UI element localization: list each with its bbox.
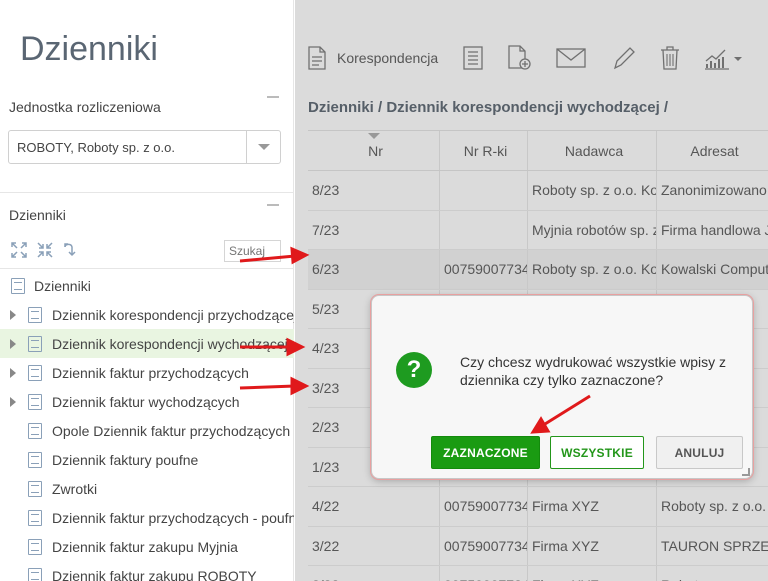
journal-document-icon bbox=[28, 364, 42, 381]
tree-item-label: Dziennik korespondencji przychodzącej bbox=[52, 306, 294, 323]
tree-item-label: Zwrotki bbox=[52, 480, 98, 497]
tree-search-input[interactable] bbox=[224, 240, 281, 262]
journals-section-label: Dzienniki bbox=[9, 207, 66, 223]
collapse-all-icon[interactable] bbox=[36, 241, 54, 259]
expand-arrow-icon[interactable] bbox=[10, 367, 16, 378]
journal-document-icon bbox=[28, 567, 42, 581]
tree-item-label: Dziennik faktur wychodzących bbox=[52, 393, 240, 410]
journal-document-icon bbox=[28, 422, 42, 439]
journal-document-icon bbox=[28, 538, 42, 555]
collapse-unit-section-button[interactable] bbox=[267, 96, 279, 98]
print-selected-button[interactable]: ZAZNACZONE bbox=[431, 436, 540, 469]
expand-all-icon[interactable] bbox=[10, 241, 28, 259]
print-confirm-dialog: ? Czy chcesz wydrukować wszystkie wpisy … bbox=[371, 295, 753, 479]
unit-section-label: Jednostka rozliczeniowa bbox=[9, 99, 161, 115]
chevron-down-icon bbox=[257, 144, 270, 150]
print-all-button[interactable]: WSZYSTKIE bbox=[550, 436, 644, 469]
tree-tools bbox=[10, 241, 80, 259]
dialog-resize-grip[interactable] bbox=[742, 468, 750, 476]
tree-item-label: Dziennik faktury poufne bbox=[52, 451, 199, 468]
expand-arrow-icon[interactable] bbox=[10, 396, 16, 407]
tree-item[interactable]: Dziennik faktur wychodzących bbox=[0, 387, 294, 416]
tree-item[interactable]: Dziennik faktur przychodzących bbox=[0, 358, 294, 387]
tree-item[interactable]: Dziennik faktur zakupu ROBOTY bbox=[0, 561, 294, 581]
expand-arrow-icon[interactable] bbox=[10, 309, 16, 320]
tree-item-label: Dzienniki bbox=[34, 277, 91, 294]
journal-document-icon bbox=[28, 451, 42, 468]
journal-document-icon bbox=[11, 277, 25, 294]
journal-document-icon bbox=[28, 306, 42, 323]
tree-item-label: Opole Dziennik faktur przychodzących bbox=[52, 422, 291, 439]
question-icon: ? bbox=[396, 352, 432, 388]
tree-item[interactable]: Dziennik faktury poufne bbox=[0, 445, 294, 474]
unit-select[interactable]: ROBOTY, Roboty sp. z o.o. bbox=[8, 130, 281, 164]
tree-item[interactable]: Dziennik korespondencji przychodzącej bbox=[0, 300, 294, 329]
tree-item[interactable]: Dziennik faktur zakupu Myjnia bbox=[0, 532, 294, 561]
cancel-button[interactable]: ANULUJ bbox=[656, 436, 743, 469]
section-divider bbox=[0, 192, 294, 193]
tree-divider bbox=[0, 268, 294, 269]
journal-document-icon bbox=[28, 335, 42, 352]
tree-item[interactable]: Dziennik faktur przychodzących - poufne bbox=[0, 503, 294, 532]
unit-select-toggle[interactable] bbox=[246, 131, 280, 163]
tree-item-label: Dziennik korespondencji wychodzącej bbox=[52, 335, 288, 352]
tree-item[interactable]: Opole Dziennik faktur przychodzących bbox=[0, 416, 294, 445]
modal-backdrop bbox=[295, 0, 768, 581]
journal-document-icon bbox=[28, 480, 42, 497]
dialog-message: Czy chcesz wydrukować wszystkie wpisy z … bbox=[460, 354, 727, 388]
tree-item[interactable]: Dzienniki bbox=[0, 271, 294, 300]
journal-document-icon bbox=[28, 393, 42, 410]
expand-arrow-icon[interactable] bbox=[10, 338, 16, 349]
journal-tree: Dzienniki Dziennik korespondencji przycho… bbox=[0, 271, 294, 581]
app-title: Dzienniki bbox=[20, 30, 158, 68]
tree-item-label: Dziennik faktur przychodzących bbox=[52, 364, 249, 381]
collapse-journals-section-button[interactable] bbox=[267, 204, 279, 206]
unit-select-value: ROBOTY, Roboty sp. z o.o. bbox=[17, 139, 175, 155]
tree-item[interactable]: Dziennik korespondencji wychodzącej bbox=[0, 329, 294, 358]
refresh-icon[interactable] bbox=[62, 241, 80, 259]
sidebar: Dzienniki Jednostka rozliczeniowa ROBOTY… bbox=[0, 0, 302, 581]
tree-item-label: Dziennik faktur zakupu ROBOTY bbox=[52, 567, 257, 581]
journal-document-icon bbox=[28, 509, 42, 526]
tree-item-label: Dziennik faktur zakupu Myjnia bbox=[52, 538, 238, 555]
tree-item-label: Dziennik faktur przychodzących - poufne bbox=[52, 509, 294, 526]
tree-item[interactable]: Zwrotki bbox=[0, 474, 294, 503]
